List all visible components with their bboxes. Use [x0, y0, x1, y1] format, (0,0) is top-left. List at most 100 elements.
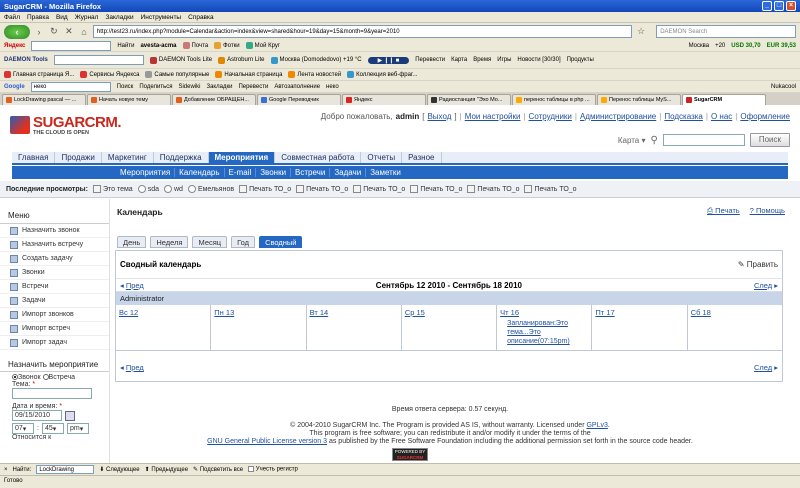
daemon-lite-link[interactable]: DAEMON Tools Lite	[149, 56, 212, 64]
yandex-logo[interactable]: Яндекс	[4, 43, 25, 49]
menu-edit[interactable]: Правка	[27, 14, 49, 21]
browser-search-input[interactable]: DAEMON Search	[656, 25, 797, 38]
find-prev-button[interactable]: ⬆ Предыдущее	[145, 466, 188, 473]
subnav-tasks[interactable]: Задачи	[330, 168, 367, 177]
google-logo[interactable]: Google	[4, 84, 25, 90]
tab-support[interactable]: Поддержка	[154, 152, 209, 163]
recent-item[interactable]: Емельянов	[187, 185, 234, 193]
google-bookmarks-link[interactable]: Закладки	[206, 84, 232, 90]
powered-by-badge[interactable]: POWERED BY SUGARCRM	[392, 448, 428, 461]
sidebar-item-schedule-call[interactable]: Назначить звонок	[0, 224, 109, 238]
gnu-gpl-link[interactable]: GNU General Public License version 3	[207, 438, 327, 445]
translate-link[interactable]: Перевести	[415, 57, 445, 63]
about-link[interactable]: О нас	[711, 112, 732, 121]
map-link[interactable]: Карта	[451, 57, 467, 63]
sidebar-item-import-calls[interactable]: Импорт звонков	[0, 308, 109, 322]
my-settings-link[interactable]: Мои настройки	[465, 112, 521, 121]
minimize-button[interactable]: _	[762, 1, 772, 11]
day-cell[interactable]: Вс 12	[116, 305, 212, 350]
bookmark-item[interactable]: Коллекция веб-фраг...	[347, 71, 417, 78]
url-bar[interactable]: http://test23.ru/index.php?module=Calend…	[92, 25, 633, 38]
day-cell[interactable]: Ср 15	[402, 305, 498, 350]
subject-input[interactable]	[12, 388, 92, 399]
yandex-user[interactable]: avesta-acma	[140, 43, 176, 49]
tab-shared[interactable]: Сводный	[259, 236, 303, 248]
sidebar-item-meetings[interactable]: Встречи	[0, 280, 109, 294]
recent-item[interactable]: Печать ТО_о	[239, 185, 291, 193]
reload-icon[interactable]: ↻	[48, 26, 60, 38]
find-next-button[interactable]: ⬇ Следующее	[99, 466, 139, 473]
day-cell[interactable]: Пт 17	[592, 305, 688, 350]
tab-misc[interactable]: Разное	[402, 152, 442, 163]
bookmark-item[interactable]: Лента новостей	[288, 71, 341, 78]
help-link-page[interactable]: ? Помощь	[750, 206, 785, 216]
prev-link[interactable]: ◂ Пред	[120, 281, 144, 290]
recent-item[interactable]: Печать ТО_о	[353, 185, 405, 193]
tab-reports[interactable]: Отчеты	[361, 152, 403, 163]
browser-tab[interactable]: LockDrawing pascal — ...	[2, 94, 86, 105]
subnav-calls[interactable]: Звонки	[256, 168, 292, 177]
yandex-search-input[interactable]	[31, 40, 112, 51]
sugarcrm-logo[interactable]: SUGARCRM. THE CLOUD IS OPEN	[10, 114, 122, 136]
google-user[interactable]: Nukacool	[771, 84, 796, 90]
tab-sales[interactable]: Продажи	[55, 152, 102, 163]
bookmark-item[interactable]: Сервисы Яндекса	[80, 71, 139, 78]
tab-week[interactable]: Неделя	[150, 236, 189, 248]
next-link-bottom[interactable]: След ▸	[754, 363, 778, 372]
google-search-input[interactable]: неко	[30, 81, 111, 92]
menu-history[interactable]: Журнал	[75, 14, 99, 21]
prev-link-bottom[interactable]: ◂ Пред	[120, 363, 144, 372]
sidebar-item-import-meetings[interactable]: Импорт встреч	[0, 322, 109, 336]
menu-view[interactable]: Вид	[56, 14, 68, 21]
audio-player[interactable]: ▶ ❙❙ ■	[367, 56, 410, 64]
nero-link[interactable]: неко	[326, 84, 339, 90]
home-icon[interactable]: ⌂	[78, 26, 90, 38]
search-button[interactable]: Поиск	[749, 133, 790, 147]
sidewiki-link[interactable]: Sidewiki	[178, 84, 200, 90]
google-translate-link[interactable]: Перевести	[238, 84, 268, 90]
date-input[interactable]: 09/15/2010	[12, 410, 62, 421]
subnav-calendar[interactable]: Календарь	[175, 168, 225, 177]
sidebar-item-tasks[interactable]: Задачи	[0, 294, 109, 308]
tab-collaboration[interactable]: Совместная работа	[275, 152, 362, 163]
edit-link[interactable]: ✎ Править	[738, 260, 778, 269]
logout-link[interactable]: Выход	[427, 112, 451, 121]
recent-item[interactable]: Это тема	[92, 185, 133, 193]
daemon-search-input[interactable]	[53, 55, 144, 65]
browser-tab[interactable]: Яндекс	[342, 94, 426, 105]
stop-icon[interactable]: ✕	[63, 26, 75, 38]
menu-file[interactable]: Файл	[4, 14, 20, 21]
tab-activities[interactable]: Мероприятия	[208, 152, 276, 163]
share-link[interactable]: Поделиться	[139, 84, 172, 90]
subnav-notes[interactable]: Заметки	[366, 168, 405, 177]
global-search-input[interactable]	[662, 134, 745, 146]
astroburn-link[interactable]: Astroburn Lite	[218, 56, 265, 64]
bookmark-item[interactable]: Самые популярные	[145, 71, 209, 78]
sidebar-item-schedule-meeting[interactable]: Назначить встречу	[0, 238, 109, 252]
print-link[interactable]: ⎙ Печать	[707, 206, 740, 216]
products-link[interactable]: Продукты	[567, 57, 594, 63]
bookmark-star-icon[interactable]: ☆	[635, 26, 647, 38]
browser-tab[interactable]: Перенос таблицы MyS...	[597, 94, 681, 105]
admin-link[interactable]: Администрирование	[580, 112, 656, 121]
day-cell[interactable]: Пн 13	[211, 305, 307, 350]
mail-link[interactable]: Почта	[182, 42, 208, 49]
news-link[interactable]: Новости [30/30]	[517, 57, 560, 63]
browser-tab[interactable]: Радиостанция "Эхо Мо...	[427, 94, 511, 105]
recent-item[interactable]: Печать ТО_о	[410, 185, 462, 193]
menu-bookmarks[interactable]: Закладки	[105, 14, 133, 21]
weather-link[interactable]: Москва (Domodedovo) +19 °C	[270, 56, 362, 64]
sidebar-item-create-task[interactable]: Создать задачу	[0, 252, 109, 266]
recent-item[interactable]: sda	[137, 185, 159, 193]
bookmark-item[interactable]: Главная страница Я...	[4, 71, 74, 78]
games-link[interactable]: Игры	[497, 57, 511, 63]
day-cell[interactable]: Сб 18	[688, 305, 782, 350]
tab-day[interactable]: День	[117, 236, 147, 248]
browser-tab[interactable]: Google Переводчик	[257, 94, 341, 105]
weather-city[interactable]: Москва	[689, 43, 709, 49]
bookmark-item[interactable]: Начальная страница	[215, 71, 282, 78]
theme-link[interactable]: Оформление	[740, 112, 790, 121]
day-cell[interactable]: Чт 16 Запланирован:Это тема...Это описан…	[497, 305, 593, 350]
forward-icon[interactable]: ›	[33, 26, 45, 38]
menu-tools[interactable]: Инструменты	[141, 14, 182, 21]
